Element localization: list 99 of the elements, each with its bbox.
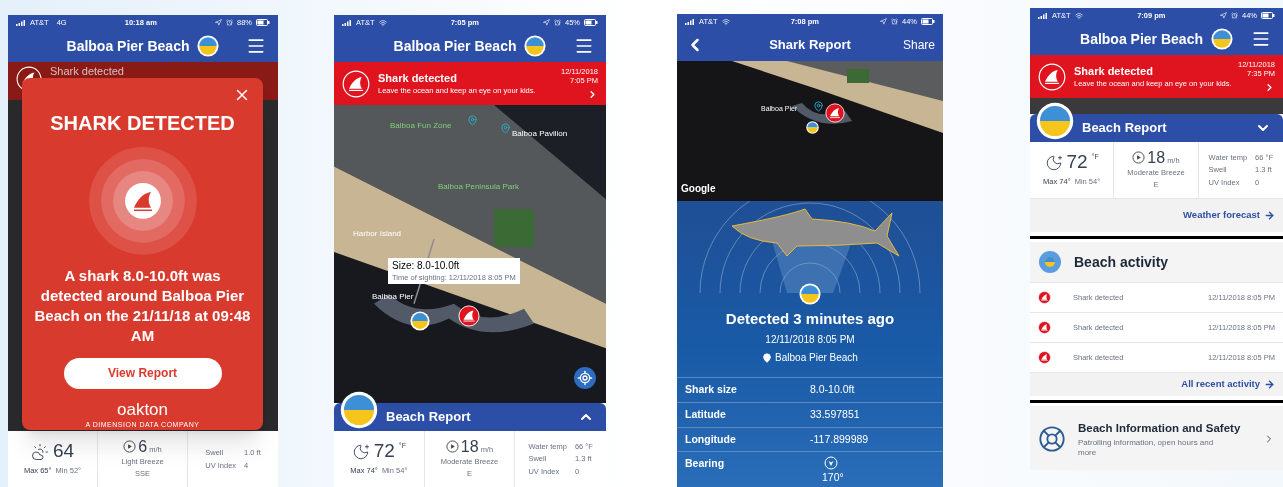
view-report-button[interactable]: View Report	[63, 357, 222, 389]
location-icon	[1220, 12, 1227, 19]
detail-label: Shark size	[685, 382, 738, 397]
wifi-icon	[1074, 11, 1083, 20]
info-row[interactable]: Beach Information and Safety Patrolling information, open hours and more	[1030, 406, 1283, 470]
beach-title: Balboa Pier Beach	[393, 36, 517, 56]
shark-fin-icon	[1038, 62, 1066, 91]
shark-fin-icon	[342, 69, 370, 98]
all-activity-link[interactable]: All recent activity	[1181, 377, 1260, 392]
temperature: 72	[373, 441, 395, 461]
beach-badge-icon	[806, 121, 819, 134]
shark-pin-icon	[458, 305, 480, 327]
shark-fin-icon	[1038, 321, 1051, 334]
map-label: Balboa Peninsula Park	[438, 181, 519, 193]
battery-icon	[584, 19, 598, 26]
lifebuoy-icon	[1038, 425, 1066, 453]
beach-report-bar[interactable]: Beach Report	[334, 403, 606, 431]
arrow-right-icon	[1264, 379, 1275, 390]
beach-report-title: Beach Report	[1082, 119, 1168, 138]
modal-title: SHARK DETECTED	[50, 110, 235, 136]
info-subtitle: Patrolling information, open hours and more	[1078, 437, 1215, 458]
location-icon	[880, 18, 887, 25]
beach-report-title: Beach Report	[386, 408, 472, 427]
banner-title: Shark detected	[50, 66, 124, 77]
detection-location: Balboa Pier Beach	[775, 351, 858, 365]
beach-badge-icon	[197, 35, 220, 57]
beach-badge-icon	[524, 35, 547, 57]
location-icon	[214, 19, 222, 26]
location-icon	[543, 19, 550, 26]
shark-fin-icon	[1038, 291, 1051, 304]
location-pin-icon	[762, 352, 773, 363]
shark-fin-icon	[1038, 351, 1051, 364]
map-label: Balboa Pavilion	[512, 128, 568, 140]
share-button[interactable]: Share	[902, 36, 935, 54]
beach-badge-icon	[340, 391, 378, 429]
cloud-sun-icon	[30, 443, 49, 462]
wifi-icon	[378, 18, 387, 27]
map-attribution: Google	[681, 182, 716, 196]
moon-icon	[351, 443, 370, 462]
wifi-icon	[721, 17, 730, 26]
beach-globe-icon	[1038, 250, 1062, 274]
detail-label: Latitude	[685, 406, 727, 422]
shark-pin-icon	[825, 103, 845, 123]
battery-icon	[1261, 12, 1275, 19]
wind-icon	[445, 440, 459, 454]
menu-icon[interactable]	[246, 36, 266, 56]
weather-forecast-link[interactable]: Weather forecast	[1183, 208, 1260, 223]
wind-speed: 6	[138, 439, 148, 456]
detail-value: 8.0-10.0ft	[810, 382, 856, 397]
shark-alert-icon	[87, 145, 198, 256]
detail-value: 170°	[822, 470, 844, 486]
banner-title: Shark detected	[378, 72, 458, 84]
map-label: Harbor Island	[353, 228, 402, 240]
menu-icon[interactable]	[1251, 29, 1271, 49]
detail-label: Bearing	[685, 456, 726, 472]
popup-size: Size: 8.0-10.0ft	[392, 260, 461, 273]
alarm-icon	[1231, 12, 1238, 19]
alarm-icon	[225, 19, 233, 26]
battery-icon	[256, 19, 270, 26]
arrow-right-icon	[1264, 210, 1275, 221]
detection-headline: Detected 3 minutes ago	[725, 311, 895, 326]
beach-badge-icon	[1210, 28, 1233, 50]
wind-icon	[123, 440, 137, 454]
alarm-icon	[891, 18, 898, 25]
wind-speed: 18	[460, 439, 479, 456]
signal-icon	[1038, 12, 1048, 19]
map-pin-icon[interactable]	[500, 123, 511, 134]
detail-value: -117.899989	[810, 431, 870, 447]
info-title: Beach Information and Safety	[1078, 421, 1242, 437]
temperature: 72	[1066, 152, 1088, 172]
signal-icon	[342, 19, 352, 26]
temperature: 64	[52, 441, 75, 461]
beach-title: Balboa Pier Beach	[1080, 29, 1203, 49]
map-label: Balboa Pier	[372, 291, 414, 303]
detail-label: Longitude	[685, 431, 737, 447]
map-pin-icon[interactable]	[467, 115, 478, 126]
section-title: Beach activity	[1074, 252, 1169, 272]
modal-message: A shark 8.0-10.0ft was detected around Balboa Pier Beach on the 21/11/18 at 09:48 AM	[34, 265, 251, 346]
beach-badge-icon	[799, 283, 821, 305]
moon-icon	[1044, 154, 1063, 173]
nav-title: Shark Report	[769, 36, 851, 55]
beach-badge-icon	[410, 311, 430, 331]
wind-speed: 18	[1147, 150, 1166, 167]
alarm-icon	[554, 19, 561, 26]
banner-title: Shark detected	[1074, 65, 1154, 77]
signal-icon	[685, 18, 695, 25]
beach-title: Balboa Pier Beach	[66, 36, 190, 56]
signal-icon	[16, 19, 26, 26]
map-pin-icon[interactable]	[813, 101, 824, 112]
map-label: Balboa Fun Zone	[390, 120, 452, 132]
battery-icon	[921, 18, 935, 25]
menu-icon[interactable]	[574, 36, 594, 56]
beach-badge-icon	[1036, 102, 1074, 140]
brand-name: oakton	[116, 400, 168, 418]
detail-value: 33.597851	[810, 406, 861, 422]
detection-datetime: 12/11/2018 8:05 PM	[765, 333, 855, 347]
chevron-right-icon[interactable]	[1264, 82, 1275, 93]
wind-icon	[1132, 151, 1146, 165]
chevron-right-icon[interactable]	[587, 89, 598, 100]
